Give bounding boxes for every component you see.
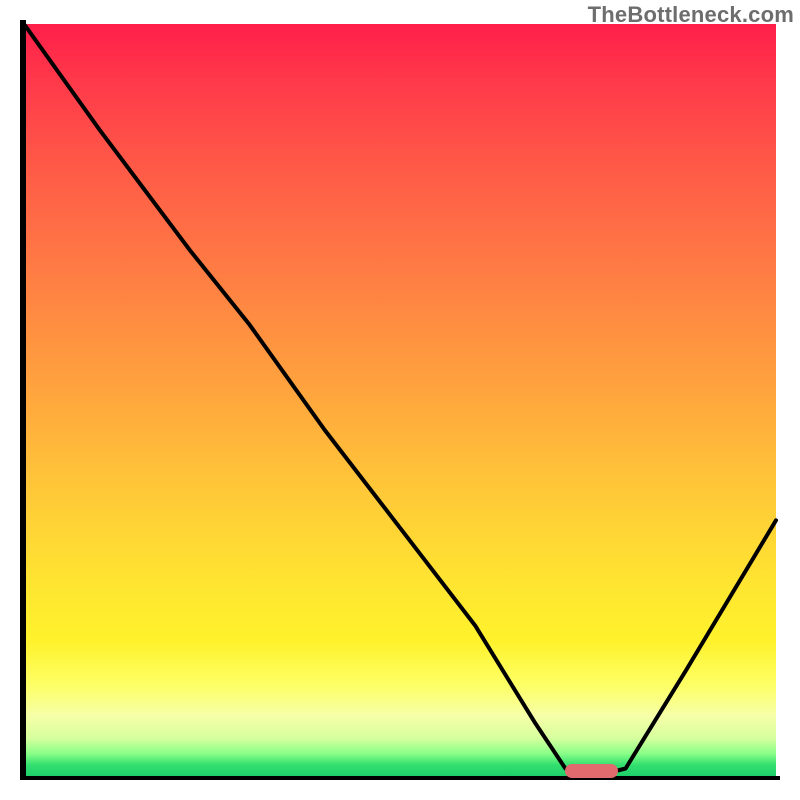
bottleneck-curve [24, 24, 776, 776]
bottleneck-chart: TheBottleneck.com [0, 0, 800, 800]
optimal-range-marker [565, 764, 618, 778]
x-axis [20, 776, 780, 780]
curve-layer [24, 24, 776, 776]
